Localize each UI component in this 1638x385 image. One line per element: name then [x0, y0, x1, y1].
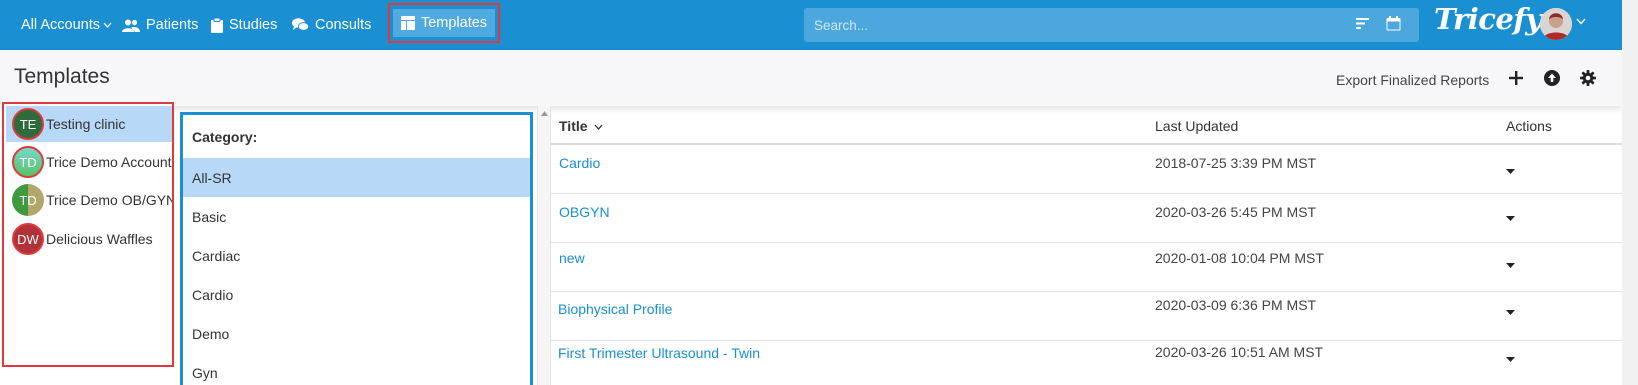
- last-updated-cell: 2020-01-08 10:04 PM MST: [1155, 250, 1324, 266]
- nav-studies-label: Studies: [229, 17, 278, 33]
- templates-table: Title Last Updated Actions Cardio 2018-0…: [551, 106, 1622, 385]
- category-item-basic[interactable]: Basic: [183, 197, 530, 236]
- nav-templates-highlight: Templates: [388, 3, 500, 43]
- table-row: First Trimester Ultrasound - Twin 2020-0…: [551, 341, 1622, 385]
- chevron-down-icon: [594, 124, 603, 131]
- row-actions-dropdown[interactable]: [1501, 258, 1519, 272]
- nav-all-accounts-label: All Accounts: [21, 17, 100, 33]
- category-item-all-sr[interactable]: All-SR: [183, 158, 530, 197]
- account-name: Delicious Waffles: [46, 231, 153, 247]
- caret-down-icon: [1505, 168, 1515, 174]
- nav-all-accounts[interactable]: All Accounts: [21, 0, 112, 50]
- category-item-cardiac[interactable]: Cardiac: [183, 236, 530, 275]
- users-icon: [122, 19, 140, 32]
- last-updated-cell: 2020-03-26 5:45 PM MST: [1155, 204, 1317, 220]
- chevron-down-icon: [103, 22, 112, 28]
- category-panel: Category: All-SR Basic Cardiac Cardio De…: [180, 112, 533, 385]
- scroll-up-arrow-icon[interactable]: [541, 111, 548, 116]
- tricefy-logo: Tricefy: [1434, 2, 1542, 36]
- nav-templates[interactable]: Templates: [392, 9, 496, 37]
- clipboard-icon: [211, 17, 223, 33]
- column-header-last-updated: Last Updated: [1155, 118, 1239, 134]
- account-name: Testing clinic: [46, 116, 126, 132]
- nav-consults-label: Consults: [315, 17, 372, 33]
- last-updated-cell: 2018-07-25 3:39 PM MST: [1155, 155, 1317, 171]
- account-badge: TD: [12, 184, 44, 216]
- template-title-link[interactable]: new: [559, 250, 585, 266]
- export-finalized-reports-button[interactable]: Export Finalized Reports: [1336, 72, 1489, 88]
- category-label: Category:: [192, 129, 258, 145]
- account-item[interactable]: TD Trice Demo OB/GYN: [6, 182, 172, 218]
- table-row: Biophysical Profile 2020-03-09 6:36 PM M…: [551, 292, 1622, 341]
- table-row: OBGYN 2020-03-26 5:45 PM MST: [551, 194, 1622, 243]
- category-item-gyn[interactable]: Gyn: [183, 353, 530, 385]
- template-title-link[interactable]: Cardio: [559, 155, 600, 171]
- nav-studies[interactable]: Studies: [211, 0, 277, 50]
- last-updated-cell: 2020-03-09 6:36 PM MST: [1155, 297, 1317, 313]
- page-header: Templates Export Finalized Reports: [0, 50, 1622, 106]
- caret-down-icon: [1505, 356, 1515, 362]
- page-scrollbar[interactable]: [1622, 0, 1638, 385]
- template-layout-icon: [400, 16, 415, 30]
- page-title: Templates: [14, 65, 110, 88]
- gear-icon[interactable]: [1580, 70, 1596, 86]
- account-name: Trice Demo Account: [46, 154, 172, 170]
- account-item[interactable]: DW Delicious Waffles: [6, 221, 172, 257]
- search-bar: [804, 8, 1419, 42]
- nav-consults[interactable]: Consults: [292, 0, 371, 50]
- panel-scrollbar[interactable]: [537, 106, 551, 385]
- caret-down-icon: [1505, 262, 1515, 268]
- column-header-actions: Actions: [1506, 118, 1552, 134]
- accounts-panel: TE Testing clinic TD Trice Demo Account …: [2, 102, 174, 367]
- calendar-icon[interactable]: [1386, 16, 1401, 31]
- category-item-demo[interactable]: Demo: [183, 314, 530, 353]
- table-row: Cardio 2018-07-25 3:39 PM MST: [551, 145, 1622, 194]
- caret-down-icon: [1505, 309, 1515, 315]
- account-badge: DW: [12, 223, 44, 255]
- category-item-cardio[interactable]: Cardio: [183, 275, 530, 314]
- chevron-down-icon[interactable]: [1576, 18, 1586, 25]
- nav-patients[interactable]: Patients: [122, 0, 198, 50]
- nav-patients-label: Patients: [146, 17, 199, 33]
- last-updated-cell: 2020-03-26 10:51 AM MST: [1155, 344, 1324, 360]
- chat-bubbles-icon: [292, 18, 309, 31]
- table-row: new 2020-01-08 10:04 PM MST: [551, 243, 1622, 292]
- account-item[interactable]: TE Testing clinic: [6, 106, 172, 142]
- user-avatar[interactable]: [1540, 8, 1572, 40]
- account-item[interactable]: TD Trice Demo Account: [6, 144, 172, 180]
- template-title-link[interactable]: Biophysical Profile: [558, 301, 672, 317]
- nav-templates-label: Templates: [420, 15, 488, 31]
- column-header-title-label: Title: [559, 118, 588, 134]
- sort-lines-icon[interactable]: [1356, 17, 1369, 30]
- template-title-link[interactable]: OBGYN: [559, 204, 610, 220]
- column-header-title[interactable]: Title: [559, 118, 603, 134]
- upload-circle-icon[interactable]: [1544, 70, 1560, 86]
- account-badge: TD: [12, 146, 44, 178]
- user-photo-icon: [1540, 8, 1572, 40]
- row-actions-dropdown[interactable]: [1501, 305, 1519, 319]
- row-actions-dropdown[interactable]: [1501, 164, 1519, 178]
- caret-down-icon: [1505, 215, 1515, 221]
- template-title-link[interactable]: First Trimester Ultrasound - Twin: [558, 345, 760, 361]
- top-navbar: All Accounts Patients Studies Consults T…: [0, 0, 1638, 50]
- account-name: Trice Demo OB/GYN: [46, 192, 172, 208]
- row-actions-dropdown[interactable]: [1501, 352, 1519, 366]
- search-input[interactable]: [814, 8, 1334, 42]
- plus-icon[interactable]: [1509, 71, 1523, 85]
- row-actions-dropdown[interactable]: [1501, 211, 1519, 225]
- account-badge: TE: [12, 108, 44, 140]
